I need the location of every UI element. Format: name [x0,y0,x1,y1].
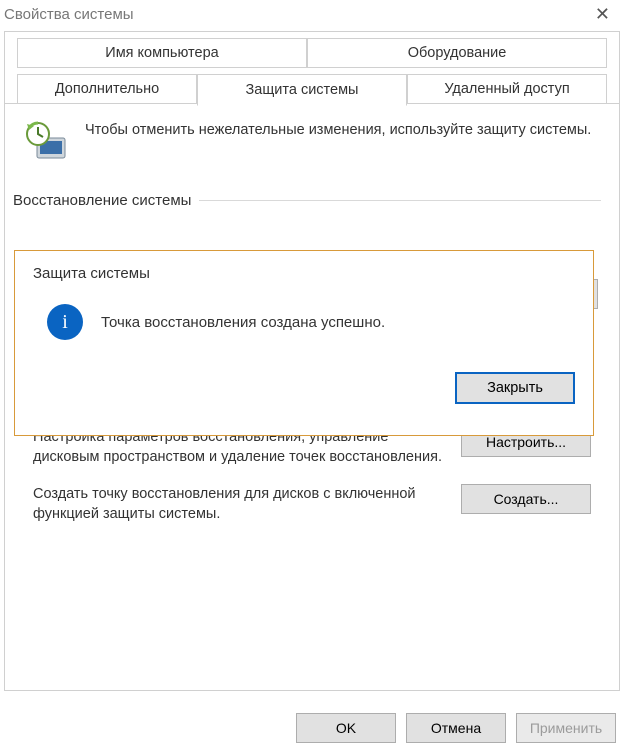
tab-computer-name[interactable]: Имя компьютера [17,38,307,68]
intro-text: Чтобы отменить нежелательные изменения, … [85,118,591,166]
shield-restore-icon [23,118,71,166]
info-icon: i [47,304,83,340]
tab-row-1: Имя компьютера Оборудование [5,32,619,68]
dialog-footer-buttons: OK Отмена Применить [296,713,616,743]
close-icon[interactable]: ✕ [589,4,616,25]
section-restore-label: Восстановление системы [13,192,191,209]
tab-advanced[interactable]: Дополнительно [17,74,197,104]
ok-button[interactable]: OK [296,713,396,743]
tab-hardware[interactable]: Оборудование [307,38,607,68]
create-description: Создать точку восстановления для дисков … [33,484,447,525]
popup-close-button[interactable]: Закрыть [455,372,575,404]
apply-button[interactable]: Применить [516,713,616,743]
create-button[interactable]: Создать... [461,484,591,514]
popup-dialog: Защита системы i Точка восстановления со… [14,250,594,436]
cancel-button[interactable]: Отмена [406,713,506,743]
tab-remote[interactable]: Удаленный доступ [407,74,607,104]
tab-label: Удаленный доступ [444,81,569,97]
popup-message: Точка восстановления создана успешно. [101,314,385,331]
tab-label: Дополнительно [55,81,159,97]
tab-label: Защита системы [246,82,359,98]
tab-system-protection[interactable]: Защита системы [197,74,407,106]
window-title: Свойства системы [4,6,134,23]
tab-label: Имя компьютера [105,45,218,61]
tab-label: Оборудование [408,45,507,61]
popup-title: Защита системы [33,265,575,282]
divider [199,200,601,201]
tab-row-2: Дополнительно Защита системы Удаленный д… [5,68,619,104]
